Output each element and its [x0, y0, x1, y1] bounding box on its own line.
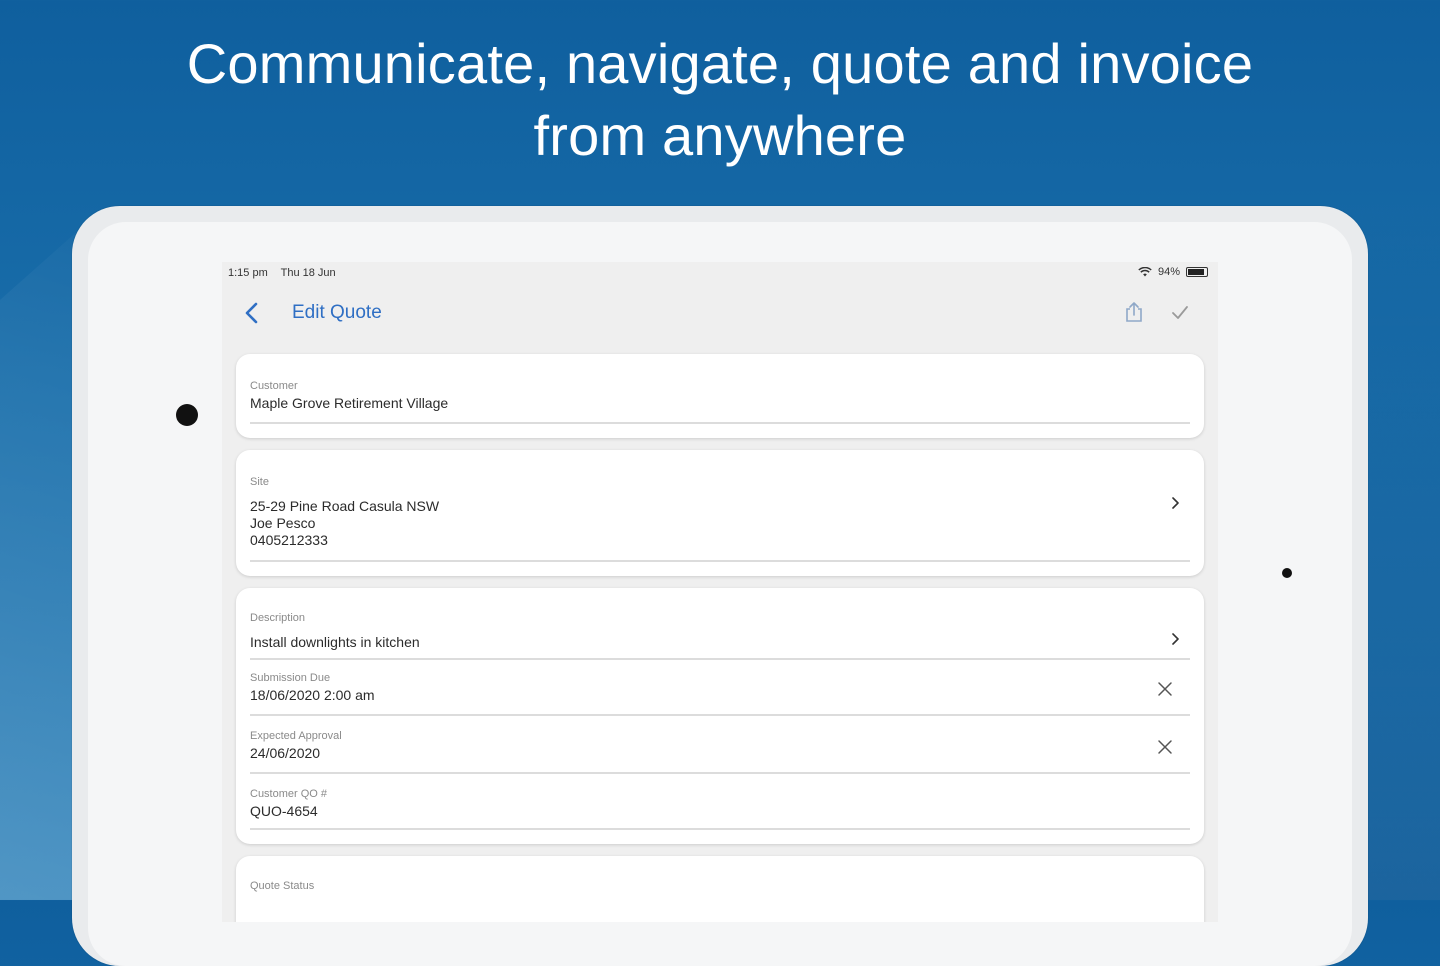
chevron-right-icon[interactable]: [1168, 632, 1182, 646]
customer-value: Maple Grove Retirement Village: [250, 395, 449, 411]
status-time: 1:15 pm: [228, 267, 268, 279]
submission-due-label: Submission Due: [250, 672, 331, 684]
expected-approval-underline: [250, 772, 1190, 774]
description-label: Description: [250, 612, 306, 624]
site-address: 25-29 Pine Road Casula NSW: [250, 498, 440, 514]
quote-status-label: Quote Status: [250, 880, 315, 892]
chevron-left-icon[interactable]: [238, 298, 266, 328]
expected-approval-field[interactable]: Expected Approval 24/06/2020: [250, 730, 1190, 762]
site-phone: 0405212333: [250, 532, 328, 548]
site-contact: Joe Pesco: [250, 515, 316, 531]
submission-due-value: 18/06/2020 2:00 am: [250, 687, 375, 703]
description-underline: [250, 658, 1190, 660]
site-underline: [250, 560, 1190, 562]
customer-po-label: Customer QO #: [250, 788, 328, 800]
submission-due-underline: [250, 714, 1190, 716]
description-field[interactable]: Description Install downlights in kitche…: [250, 612, 1190, 651]
status-bar: 1:15 pm Thu 18 Jun 94%: [222, 262, 1218, 284]
app-screen: 1:15 pm Thu 18 Jun 94% Edit Quote Custom…: [222, 262, 1218, 922]
customer-po-value: QUO-4654: [250, 803, 318, 819]
battery-icon: [1186, 267, 1208, 277]
site-card[interactable]: Site 25-29 Pine Road Casula NSW Joe Pesc…: [236, 450, 1204, 576]
status-date: Thu 18 Jun: [280, 267, 336, 279]
customer-po-underline: [250, 828, 1190, 830]
chevron-right-icon[interactable]: [1168, 496, 1182, 510]
quote-status-field[interactable]: Quote Status: [250, 880, 1190, 892]
headline-line-1: Communicate, navigate, quote and invoice: [186, 32, 1254, 95]
customer-po-field[interactable]: Customer QO # QUO-4654: [250, 788, 1190, 820]
clear-submission-icon[interactable]: [1156, 680, 1174, 698]
tablet-camera: [176, 404, 198, 426]
clear-approval-icon[interactable]: [1156, 738, 1174, 756]
customer-label: Customer: [250, 380, 298, 392]
expected-approval-label: Expected Approval: [250, 730, 342, 742]
site-field[interactable]: Site 25-29 Pine Road Casula NSW Joe Pesc…: [250, 476, 1190, 549]
site-label: Site: [250, 476, 269, 488]
share-icon[interactable]: [1122, 300, 1146, 324]
wifi-icon: [1138, 267, 1152, 277]
marketing-headline: Communicate, navigate, quote and invoice…: [0, 28, 1440, 172]
description-value: Install downlights in kitchen: [250, 634, 420, 650]
quote-status-card[interactable]: Quote Status: [236, 856, 1204, 922]
checkmark-icon[interactable]: [1168, 300, 1192, 324]
expected-approval-value: 24/06/2020: [250, 745, 321, 761]
tablet-sensor: [1282, 568, 1292, 578]
details-card: Description Install downlights in kitche…: [236, 588, 1204, 844]
customer-card[interactable]: Customer Maple Grove Retirement Village: [236, 354, 1204, 438]
page-title: Edit Quote: [292, 302, 382, 323]
headline-line-2: from anywhere: [533, 104, 907, 167]
navigation-bar: Edit Quote: [222, 284, 1218, 342]
customer-field[interactable]: Customer Maple Grove Retirement Village: [250, 380, 1190, 412]
battery-percent: 94%: [1157, 266, 1180, 278]
submission-due-field[interactable]: Submission Due 18/06/2020 2:00 am: [250, 672, 1190, 704]
customer-underline: [250, 422, 1190, 424]
